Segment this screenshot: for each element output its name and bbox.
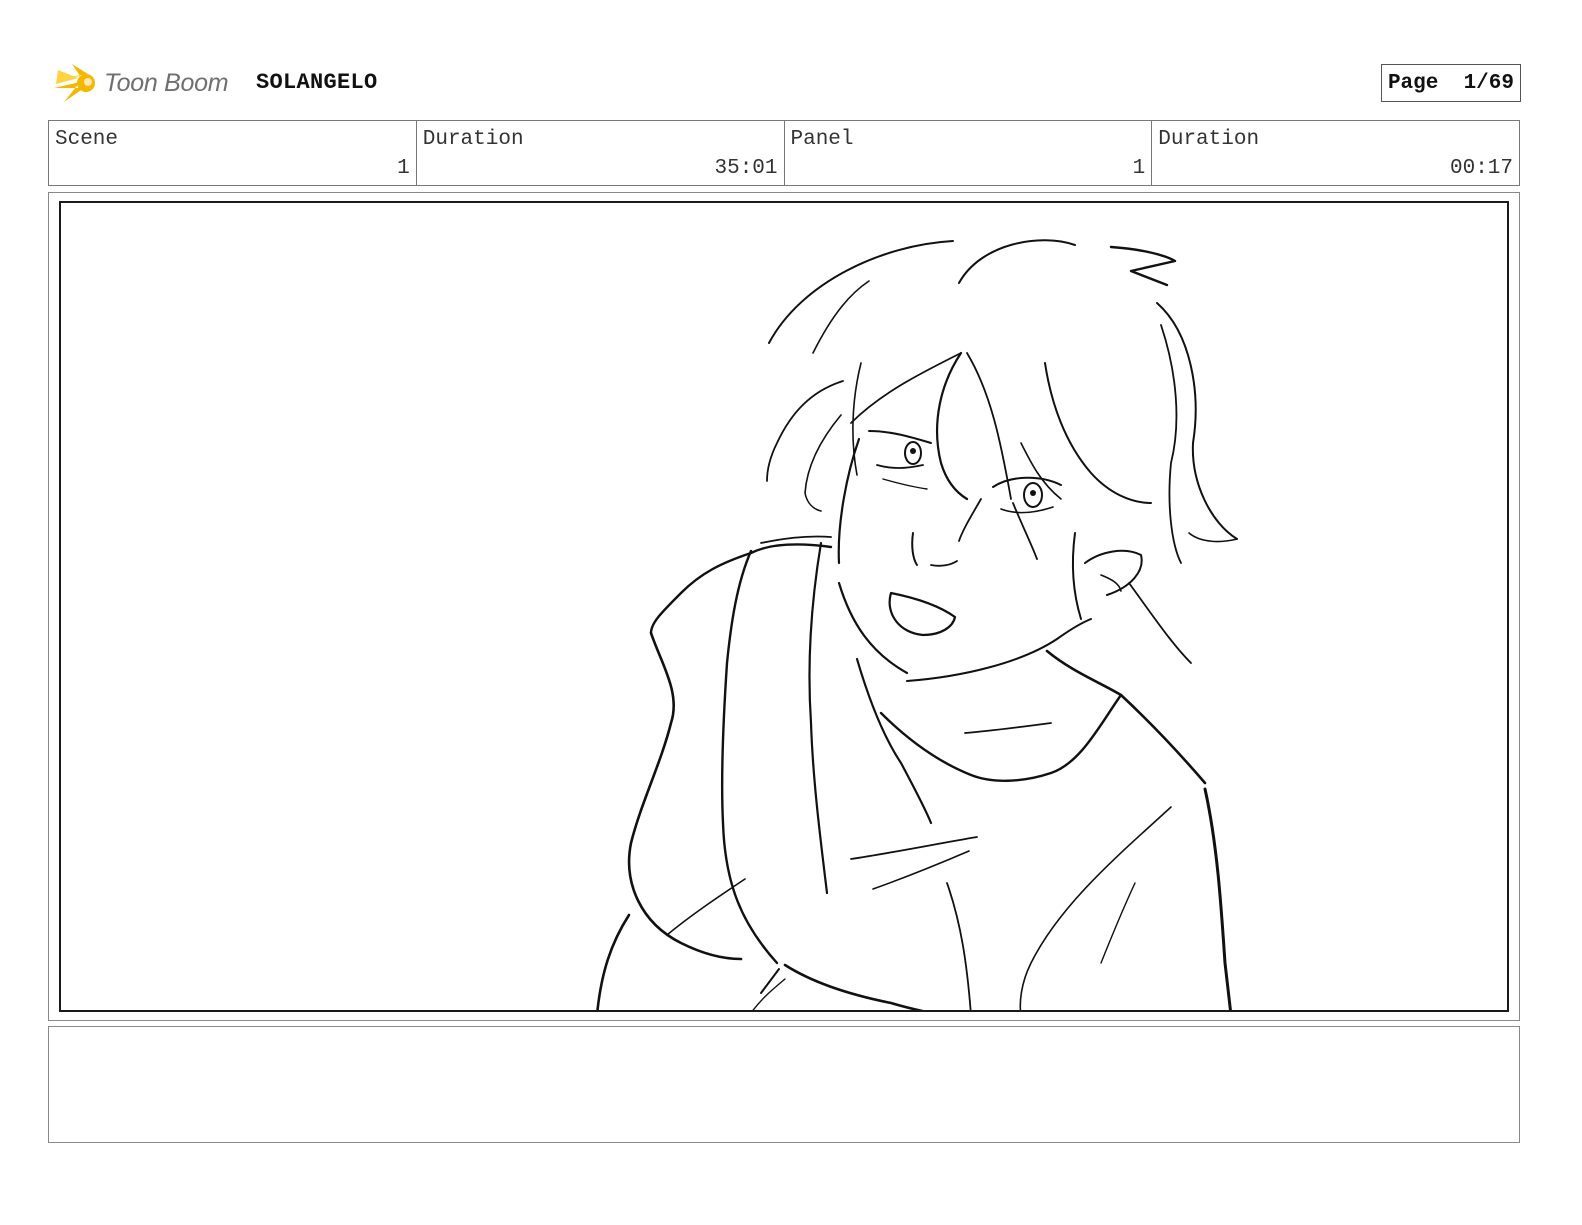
- scene-duration-value: 35:01: [714, 157, 778, 180]
- panel-notes-box: [48, 1026, 1520, 1143]
- panel-cell: Panel 1: [785, 121, 1153, 185]
- page-number: 1/69: [1463, 71, 1514, 95]
- panel-label: Panel: [790, 128, 854, 151]
- toon-boom-logo: Toon Boom: [50, 56, 240, 110]
- storyboard-panel-image: [59, 201, 1509, 1012]
- scene-value: 1: [397, 157, 410, 180]
- logo-text: Toon Boom: [104, 68, 229, 97]
- page-label: Page: [1387, 71, 1439, 95]
- storyboard-panel-frame: [48, 192, 1520, 1021]
- panel-duration-cell: Duration 00:17: [1152, 121, 1519, 185]
- scene-duration-cell: Duration 35:01: [417, 121, 785, 185]
- scene-info-table: Scene 1 Duration 35:01 Panel 1 Duration …: [48, 120, 1520, 186]
- panel-duration-value: 00:17: [1449, 157, 1513, 180]
- scene-cell: Scene 1: [49, 121, 417, 185]
- scene-label: Scene: [55, 128, 119, 151]
- character-sketch: [596, 239, 1238, 1010]
- toon-boom-spark-icon: [50, 58, 100, 108]
- panel-duration-label: Duration: [1158, 128, 1260, 151]
- page-indicator: Page 1/69: [1380, 64, 1521, 102]
- scene-duration-label: Duration: [422, 128, 524, 151]
- panel-value: 1: [1132, 157, 1146, 180]
- project-title: SOLANGELO: [256, 70, 378, 95]
